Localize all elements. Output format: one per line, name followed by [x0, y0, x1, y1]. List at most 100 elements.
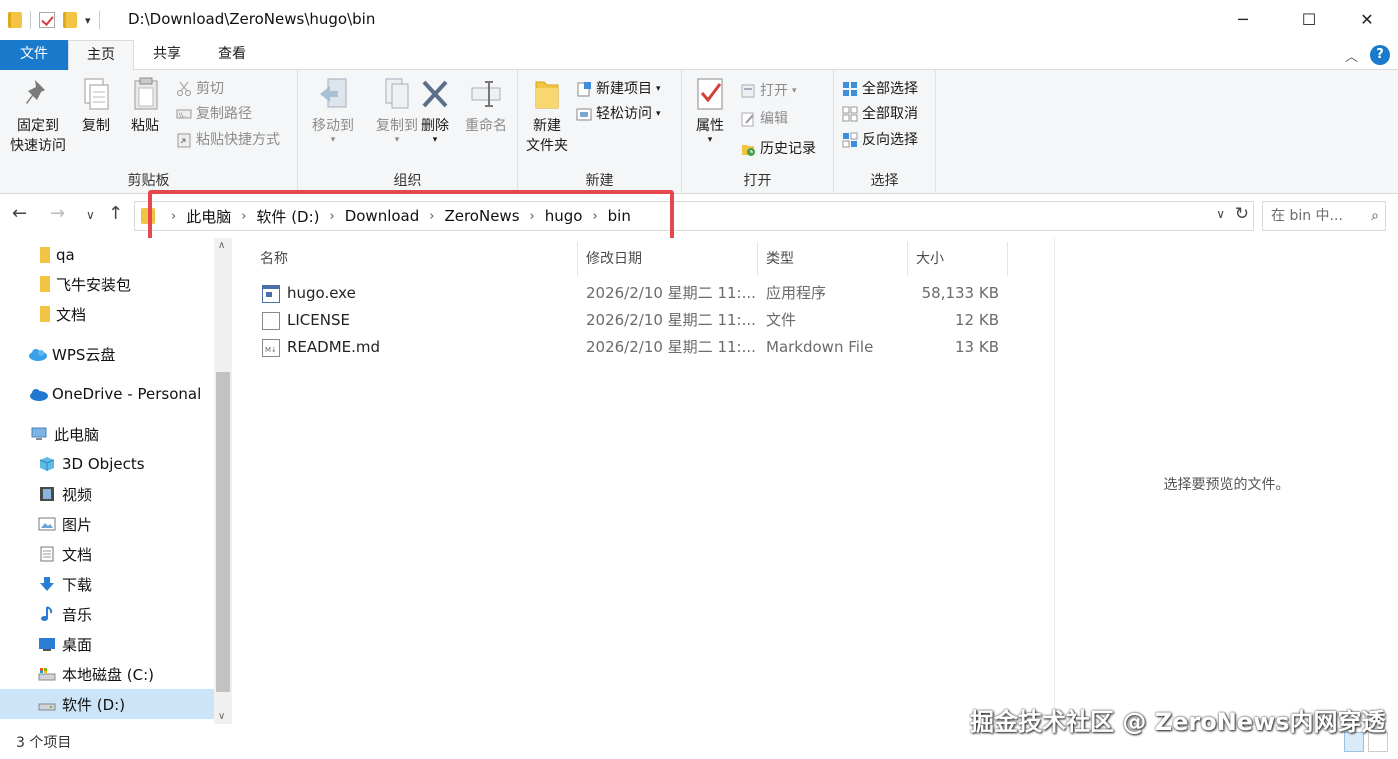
- copy-button[interactable]: 复制: [76, 76, 116, 136]
- move-to-label: 移动到: [312, 118, 354, 134]
- column-header-name[interactable]: 名称: [252, 242, 578, 276]
- nav-item-pictures[interactable]: 图片: [0, 509, 214, 539]
- nav-item-documents[interactable]: 文档: [0, 539, 214, 569]
- select-none-button[interactable]: 全部取消: [842, 103, 918, 125]
- nav-item-music[interactable]: 音乐: [0, 599, 214, 629]
- search-input[interactable]: 在 bin 中... ⌕: [1262, 201, 1386, 231]
- up-arrow-icon[interactable]: ↑: [108, 203, 123, 224]
- nav-pane-scrollbar[interactable]: ∧ ∨: [214, 238, 232, 724]
- nav-item-downloads[interactable]: 下载: [0, 569, 214, 599]
- drive-icon: [38, 696, 56, 712]
- chevron-up-icon[interactable]: ︿: [1345, 46, 1358, 65]
- cut-button[interactable]: 剪切: [176, 78, 224, 100]
- watermark: 掘金技术社区 @ ZeroNews内网穿透: [970, 708, 1386, 736]
- nav-item-feiniu[interactable]: 飞牛安装包: [0, 269, 214, 299]
- address-dropdown-chevron-icon[interactable]: ∨: [1216, 207, 1225, 221]
- select-all-button[interactable]: 全部选择: [842, 78, 918, 100]
- tab-view[interactable]: 查看: [200, 40, 264, 70]
- folder-icon: [40, 247, 50, 263]
- new-folder-button[interactable]: 新建 文件夹: [522, 76, 572, 156]
- column-header-type[interactable]: 类型: [758, 242, 908, 276]
- recent-locations-chevron-icon[interactable]: ∨: [86, 208, 95, 222]
- properties-dropdown-icon: ▾: [707, 135, 713, 145]
- paste-button[interactable]: 粘贴: [124, 76, 166, 136]
- download-icon: [38, 576, 56, 592]
- refresh-icon[interactable]: ↻: [1235, 204, 1249, 224]
- delete-button[interactable]: 删除 ▾: [414, 76, 456, 145]
- close-button[interactable]: ✕: [1344, 6, 1390, 34]
- nav-item-documents-quick[interactable]: 文档: [0, 299, 214, 329]
- tab-home[interactable]: 主页: [68, 40, 134, 71]
- rename-button[interactable]: 重命名: [460, 76, 512, 136]
- cloud-icon: [28, 346, 47, 362]
- nav-item-label: 音乐: [62, 605, 93, 624]
- invert-selection-button[interactable]: 反向选择: [842, 129, 918, 151]
- edit-icon: [740, 111, 756, 127]
- video-icon: [38, 486, 56, 502]
- move-to-button[interactable]: 移动到 ▾: [304, 76, 362, 145]
- copy-path-button[interactable]: \\.. 复制路径: [176, 103, 252, 125]
- nav-item-drive-d[interactable]: 软件 (D:): [0, 689, 214, 719]
- drive-icon: [38, 666, 56, 682]
- select-group-label: 选择: [870, 173, 899, 189]
- column-header-modified[interactable]: 修改日期: [578, 242, 758, 276]
- pin-quick-access-button[interactable]: 固定到 快速访问: [6, 76, 70, 156]
- open-group-label: 打开: [743, 173, 772, 189]
- move-to-icon: [316, 76, 350, 112]
- forward-arrow-icon[interactable]: →: [50, 203, 65, 224]
- new-folder-icon[interactable]: [63, 12, 77, 28]
- tab-share[interactable]: 共享: [134, 40, 200, 70]
- file-name: README.md: [287, 338, 381, 356]
- nav-item-qa[interactable]: qa: [0, 240, 214, 270]
- history-button[interactable]: 历史记录: [740, 138, 816, 160]
- new-item-button[interactable]: 新建项目 ▾: [576, 78, 661, 100]
- nav-item-drive-c[interactable]: 本地磁盘 (C:): [0, 659, 214, 689]
- select-none-label: 全部取消: [862, 106, 918, 122]
- properties-label: 属性: [696, 118, 724, 134]
- nav-item-label: OneDrive - Personal: [52, 385, 202, 403]
- nav-item-desktop[interactable]: 桌面: [0, 629, 214, 659]
- file-type: 文件: [766, 311, 797, 329]
- folder-icon: [40, 306, 50, 322]
- nav-item-this-pc[interactable]: 此电脑: [0, 419, 214, 449]
- easy-access-button[interactable]: 轻松访问 ▾: [576, 103, 661, 125]
- svg-text:M↓: M↓: [265, 346, 277, 354]
- nav-item-onedrive[interactable]: OneDrive - Personal: [0, 379, 214, 409]
- scrollbar-thumb[interactable]: [216, 372, 230, 692]
- copy-to-icon: [380, 76, 414, 112]
- customize-dropdown-icon[interactable]: ▾: [85, 14, 91, 27]
- table-row[interactable]: LICENSE 2026/2/10 星期二 11:... 文件 12 KB: [262, 307, 1022, 334]
- open-button[interactable]: 打开 ▾: [740, 80, 797, 102]
- nav-item-wps-cloud[interactable]: WPS云盘: [0, 339, 214, 369]
- maximize-button[interactable]: ☐: [1286, 6, 1332, 34]
- table-row[interactable]: hugo.exe 2026/2/10 星期二 11:... 应用程序 58,13…: [262, 280, 1022, 307]
- column-header-size[interactable]: 大小: [908, 242, 1008, 276]
- nav-item-videos[interactable]: 视频: [0, 479, 214, 509]
- file-size: 58,133 KB: [921, 284, 999, 302]
- history-label: 历史记录: [760, 141, 816, 157]
- pin-label-line1: 固定到: [17, 118, 59, 134]
- paste-shortcut-button[interactable]: 粘贴快捷方式: [176, 129, 280, 151]
- tab-file[interactable]: 文件: [0, 40, 68, 70]
- nav-item-3d-objects[interactable]: 3D Objects: [0, 449, 214, 479]
- exe-icon: [262, 285, 280, 303]
- help-icon[interactable]: ?: [1370, 45, 1390, 65]
- file-type: Markdown File: [766, 338, 874, 356]
- select-group: 全部选择 全部取消 反向选择 选择: [834, 70, 936, 194]
- minimize-button[interactable]: ─: [1220, 6, 1266, 34]
- scroll-up-icon[interactable]: ∧: [218, 240, 225, 251]
- table-row[interactable]: M↓ README.md 2026/2/10 星期二 11:... Markdo…: [262, 334, 1022, 361]
- folder-icon: [8, 12, 22, 28]
- properties-button[interactable]: 属性 ▾: [688, 76, 732, 145]
- file-modified: 2026/2/10 星期二 11:...: [586, 311, 756, 329]
- nav-item-label: 视频: [62, 485, 93, 504]
- ribbon: 固定到 快速访问 复制 粘贴 剪切 \\.. 复制路径 粘贴快捷方式 剪贴板 移…: [0, 70, 1398, 194]
- svg-text:\\..: \\..: [179, 112, 187, 119]
- scroll-down-icon[interactable]: ∨: [218, 711, 225, 722]
- properties-check-icon[interactable]: [39, 12, 55, 28]
- back-arrow-icon[interactable]: ←: [12, 203, 27, 224]
- edit-button[interactable]: 编辑: [740, 108, 788, 130]
- onedrive-icon: [28, 386, 48, 402]
- search-icon[interactable]: ⌕: [1371, 202, 1379, 230]
- document-icon: [38, 546, 56, 562]
